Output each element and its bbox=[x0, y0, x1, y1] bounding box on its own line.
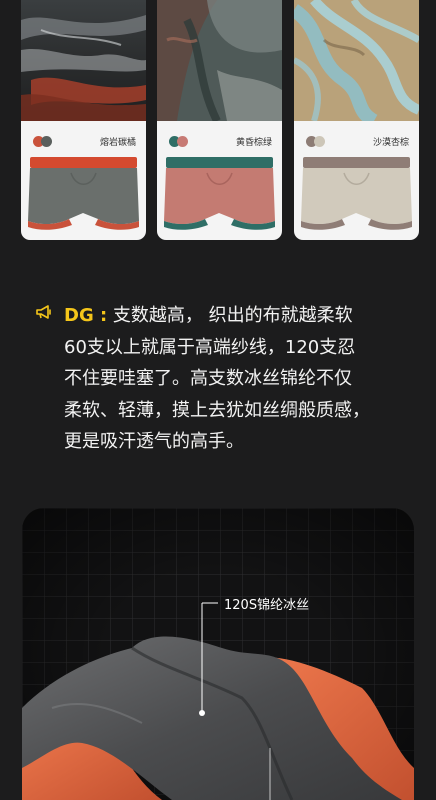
quote-line-3: 不住要哇塞了。高支数冰丝锦纶不仅 bbox=[64, 368, 352, 389]
colorway-name: 黄昏棕绿 bbox=[235, 138, 272, 148]
colorway-cards: 熔岩碳橘 黄昏棕绿 沙漠杏棕 bbox=[0, 0, 436, 255]
colorway-card-1[interactable]: 熔岩碳橘 bbox=[21, 0, 146, 240]
swatch-secondary bbox=[41, 136, 52, 147]
river-delta-photo bbox=[294, 0, 419, 121]
quote-line-5: 更是吸汗透气的高手。 bbox=[64, 431, 244, 452]
colorway-name: 熔岩碳橘 bbox=[99, 138, 136, 148]
fabric-callout-label: 120S锦纶冰丝 bbox=[224, 598, 310, 613]
quote-line-2: 60支以上就属于高端纱线，120支忍 bbox=[64, 336, 356, 358]
boxer-brief-image bbox=[28, 157, 139, 230]
swatch-secondary bbox=[314, 136, 325, 147]
swatch-secondary bbox=[177, 136, 188, 147]
quote-line-1: DG : 支数越高， 织出的布就越柔软 bbox=[64, 305, 353, 326]
boxer-brief-image bbox=[301, 157, 412, 230]
lava-landscape-photo bbox=[21, 0, 146, 121]
colorway-card-2[interactable]: 黄昏棕绿 bbox=[157, 0, 282, 240]
quote-text: DG : 支数越高， 织出的布就越柔软 60支以上就属于高端纱线，120支忍 不… bbox=[64, 300, 419, 458]
megaphone-icon bbox=[36, 305, 51, 319]
boxer-brief-image bbox=[164, 157, 275, 230]
fabric-illustration bbox=[22, 508, 414, 800]
quote-line-4: 柔软、轻薄，摸上去犹如丝绸般质感， bbox=[64, 399, 370, 421]
quote-speaker: DG : bbox=[64, 305, 108, 326]
colorway-card-3[interactable]: 沙漠杏棕 bbox=[294, 0, 419, 240]
canyon-landscape-photo bbox=[157, 0, 282, 121]
colorway-name: 沙漠杏棕 bbox=[372, 138, 409, 148]
fabric-showcase bbox=[22, 508, 414, 800]
